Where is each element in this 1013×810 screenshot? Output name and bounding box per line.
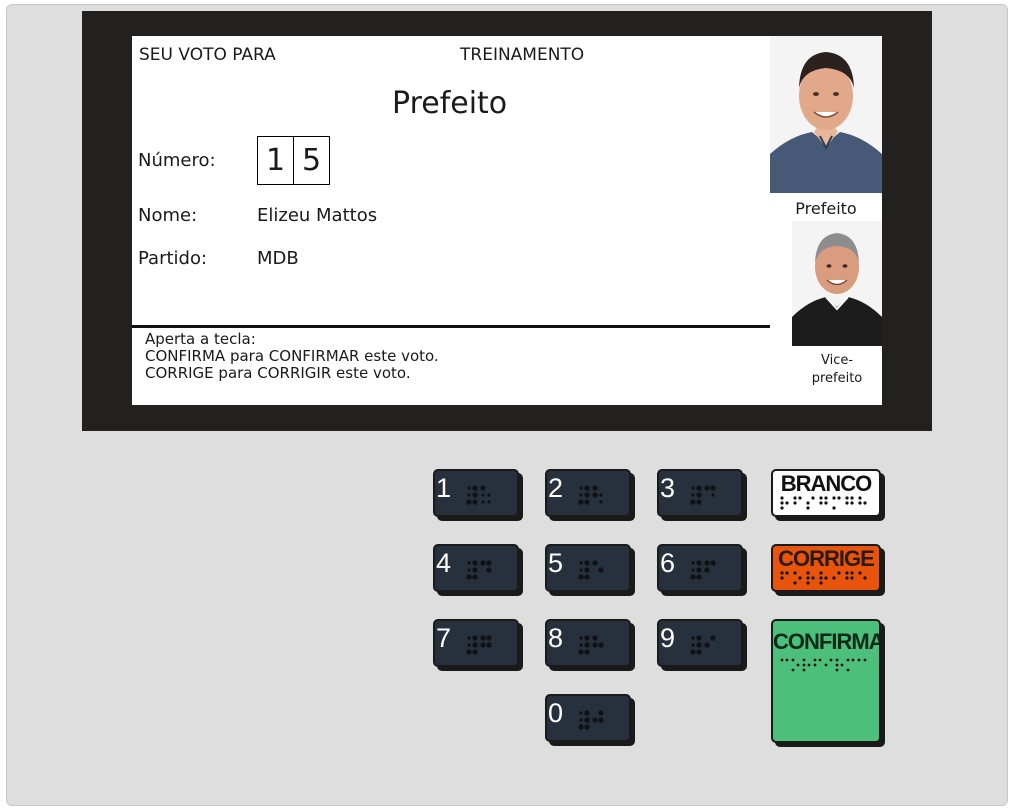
candidate-name: Elizeu Mattos (257, 205, 378, 226)
branco-label: BRANCO (780, 471, 873, 496)
name-label: Nome: (138, 205, 198, 226)
braille-icon (578, 635, 604, 655)
braille-icon (466, 485, 491, 505)
ballot-screen: SEU VOTO PARA TREINAMENTO Prefeito Númer… (132, 36, 882, 405)
braille-icon (690, 485, 716, 505)
braille-icon (578, 485, 603, 505)
office-title: Prefeito (392, 86, 508, 121)
candidate-party: MDB (257, 248, 299, 269)
mayor-photo (770, 36, 882, 193)
braille-icon (780, 571, 867, 585)
braille-icon (466, 635, 492, 655)
key-9-label: 9 (660, 623, 676, 653)
braille-icon (578, 710, 604, 730)
key-1-label: 1 (436, 473, 452, 503)
mayor-caption: Prefeito (795, 199, 857, 218)
key-2-label: 2 (548, 473, 564, 503)
braille-icon (780, 658, 867, 672)
vice-caption-line-1: Vice- (820, 353, 854, 368)
instruction-line-2: CONFIRMA para CONFIRMAR este voto. (145, 347, 439, 365)
key-0[interactable]: 0 (545, 694, 631, 742)
key-8[interactable]: 8 (545, 619, 631, 667)
braille-icon (466, 560, 492, 580)
key-3-label: 3 (660, 473, 676, 503)
key-6-label: 6 (660, 548, 676, 578)
instructions-divider (132, 325, 770, 328)
key-5[interactable]: 5 (545, 544, 631, 592)
key-4-label: 4 (436, 548, 452, 578)
confirma-label: CONFIRMA (773, 629, 881, 654)
header-training: TREINAMENTO (460, 45, 585, 65)
number-digits: 1 5 (257, 136, 330, 185)
corrige-button[interactable]: CORRIGE (771, 544, 881, 592)
digit-box-1: 1 (257, 136, 294, 185)
braille-icon (690, 635, 716, 655)
header-vote-for: SEU VOTO PARA (139, 45, 276, 65)
braille-icon (578, 560, 604, 580)
confirma-button[interactable]: CONFIRMA (771, 619, 881, 743)
key-4[interactable]: 4 (433, 544, 519, 592)
party-label: Partido: (138, 248, 208, 269)
vice-mayor-photo (792, 221, 882, 346)
key-7[interactable]: 7 (433, 619, 519, 667)
key-2[interactable]: 2 (545, 469, 631, 517)
vice-caption-line-2: prefeito (811, 371, 863, 386)
key-1[interactable]: 1 (433, 469, 519, 517)
corrige-label: CORRIGE (778, 546, 875, 571)
braille-icon (780, 496, 867, 510)
key-5-label: 5 (548, 548, 564, 578)
key-0-label: 0 (548, 698, 564, 728)
number-label: Número: (138, 150, 216, 171)
key-6[interactable]: 6 (657, 544, 743, 592)
digit-box-2: 5 (293, 136, 330, 185)
vice-mayor-caption: Vice- prefeito (792, 352, 882, 388)
instruction-line-3: CORRIGE para CORRIGIR este voto. (145, 364, 411, 382)
key-3[interactable]: 3 (657, 469, 743, 517)
key-8-label: 8 (548, 623, 564, 653)
instructions: Aperta a tecla: CONFIRMA para CONFIRMAR … (145, 331, 439, 382)
instruction-line-1: Aperta a tecla: (145, 330, 256, 348)
branco-button[interactable]: BRANCO (771, 469, 881, 517)
key-9[interactable]: 9 (657, 619, 743, 667)
braille-icon (690, 560, 716, 580)
key-7-label: 7 (436, 623, 452, 653)
